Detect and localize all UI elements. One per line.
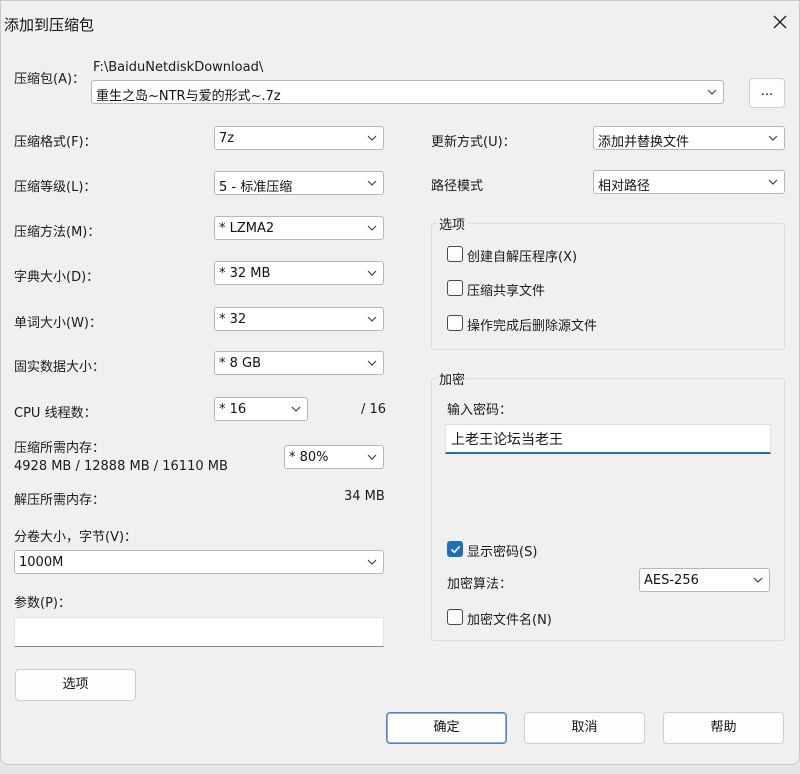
volume-label: 分卷大小，字节(V)： bbox=[14, 530, 138, 545]
params-input[interactable] bbox=[14, 617, 384, 647]
solid-label: 固实数据大小： bbox=[14, 360, 106, 375]
check-icon bbox=[450, 545, 461, 554]
close-button[interactable] bbox=[761, 7, 799, 37]
path-mode-value: 相对路径 bbox=[598, 179, 651, 194]
title-bar: 添加到压缩包 bbox=[1, 1, 800, 41]
word-select[interactable]: * 32 bbox=[214, 307, 384, 331]
level-label: 压缩等级(L)： bbox=[14, 180, 97, 195]
encryption-group-title: 加密 bbox=[437, 369, 468, 388]
dict-label: 字典大小(D)： bbox=[14, 270, 100, 285]
volume-value: 1000M bbox=[19, 555, 64, 570]
chevron-down-icon bbox=[707, 89, 717, 95]
update-label: 更新方式(U)： bbox=[431, 135, 516, 150]
show-password-label: 显示密码(S) bbox=[467, 545, 538, 560]
threads-max: / 16 bbox=[361, 402, 387, 417]
method-select[interactable]: * LZMA2 bbox=[214, 216, 384, 240]
close-icon bbox=[773, 15, 787, 29]
dict-select[interactable]: * 32 MB bbox=[214, 261, 384, 285]
chevron-down-icon bbox=[367, 454, 377, 460]
path-mode-select[interactable]: 相对路径 bbox=[593, 170, 785, 194]
encrypt-names-label: 加密文件名(N) bbox=[467, 613, 552, 628]
volume-select[interactable]: 1000M bbox=[14, 550, 384, 574]
browse-button[interactable]: ... bbox=[749, 78, 785, 108]
ok-button[interactable]: 确定 bbox=[386, 712, 507, 744]
options-group-title: 选项 bbox=[437, 214, 468, 233]
threads-value: * 16 bbox=[219, 402, 247, 417]
format-label: 压缩格式(F)： bbox=[14, 135, 97, 150]
archive-name-combo[interactable]: 重生之岛~NTR与爱的形式~.7z bbox=[91, 80, 724, 104]
update-select[interactable]: 添加并替换文件 bbox=[593, 126, 785, 150]
word-label: 单词大小(W)： bbox=[14, 316, 102, 331]
shared-files-label: 压缩共享文件 bbox=[467, 284, 546, 299]
add-to-archive-dialog: 添加到压缩包 压缩包(A)： F:\BaiduNetdiskDownload\ … bbox=[0, 0, 800, 765]
sfx-label: 创建自解压程序(X) bbox=[467, 250, 578, 265]
chevron-down-icon bbox=[367, 559, 377, 565]
level-value: 5 - 标准压缩 bbox=[219, 180, 293, 195]
password-value: 上老王论坛当老王 bbox=[451, 432, 563, 448]
mem-decompress-label: 解压所需内存： bbox=[14, 493, 106, 508]
dict-value: * 32 MB bbox=[219, 266, 271, 281]
cancel-button[interactable]: 取消 bbox=[524, 712, 645, 744]
window-title: 添加到压缩包 bbox=[4, 16, 95, 34]
algorithm-value: AES-256 bbox=[644, 573, 699, 588]
delete-after-checkbox[interactable] bbox=[447, 315, 463, 331]
delete-after-label: 操作完成后删除源文件 bbox=[467, 319, 598, 334]
chevron-down-icon bbox=[291, 406, 301, 412]
archive-name-value: 重生之岛~NTR与爱的形式~.7z bbox=[96, 89, 281, 104]
mem-compress-detail: 4928 MB / 12888 MB / 16110 MB bbox=[14, 459, 228, 474]
mem-compress-select[interactable]: * 80% bbox=[284, 445, 384, 469]
sfx-checkbox[interactable] bbox=[447, 246, 463, 262]
archive-path: F:\BaiduNetdiskDownload\ bbox=[93, 60, 264, 75]
chevron-down-icon bbox=[753, 577, 763, 583]
format-select[interactable]: 7z bbox=[214, 126, 384, 150]
chevron-down-icon bbox=[367, 135, 377, 141]
chevron-down-icon bbox=[367, 270, 377, 276]
solid-select[interactable]: * 8 GB bbox=[214, 351, 384, 375]
solid-value: * 8 GB bbox=[219, 356, 262, 371]
algorithm-select[interactable]: AES-256 bbox=[639, 568, 770, 592]
format-value: 7z bbox=[219, 131, 235, 146]
mem-compress-label: 压缩所需内存： bbox=[14, 441, 106, 456]
chevron-down-icon bbox=[367, 225, 377, 231]
chevron-down-icon bbox=[768, 135, 778, 141]
chevron-down-icon bbox=[367, 316, 377, 322]
shared-files-checkbox[interactable] bbox=[447, 280, 463, 296]
threads-select[interactable]: * 16 bbox=[214, 397, 308, 421]
password-input[interactable]: 上老王论坛当老王 bbox=[445, 424, 771, 454]
word-value: * 32 bbox=[219, 312, 247, 327]
chevron-down-icon bbox=[367, 180, 377, 186]
mem-compress-value: * 80% bbox=[289, 450, 329, 465]
chevron-down-icon bbox=[367, 360, 377, 366]
algorithm-label: 加密算法： bbox=[447, 577, 513, 592]
options-button[interactable]: 选项 bbox=[15, 669, 136, 701]
archive-label: 压缩包(A)： bbox=[14, 72, 86, 87]
chevron-down-icon bbox=[768, 179, 778, 185]
method-value: * LZMA2 bbox=[219, 221, 275, 236]
mem-decompress-value: 34 MB bbox=[344, 489, 385, 504]
encrypt-names-checkbox[interactable] bbox=[447, 609, 463, 625]
help-button[interactable]: 帮助 bbox=[663, 712, 784, 744]
params-label: 参数(P)： bbox=[14, 596, 71, 611]
level-select[interactable]: 5 - 标准压缩 bbox=[214, 171, 384, 195]
method-label: 压缩方法(M)： bbox=[14, 225, 101, 240]
path-mode-label: 路径模式 bbox=[431, 179, 484, 194]
threads-label: CPU 线程数： bbox=[14, 406, 97, 421]
update-value: 添加并替换文件 bbox=[598, 135, 690, 150]
show-password-checkbox[interactable] bbox=[447, 541, 463, 557]
password-label: 输入密码： bbox=[447, 403, 513, 418]
